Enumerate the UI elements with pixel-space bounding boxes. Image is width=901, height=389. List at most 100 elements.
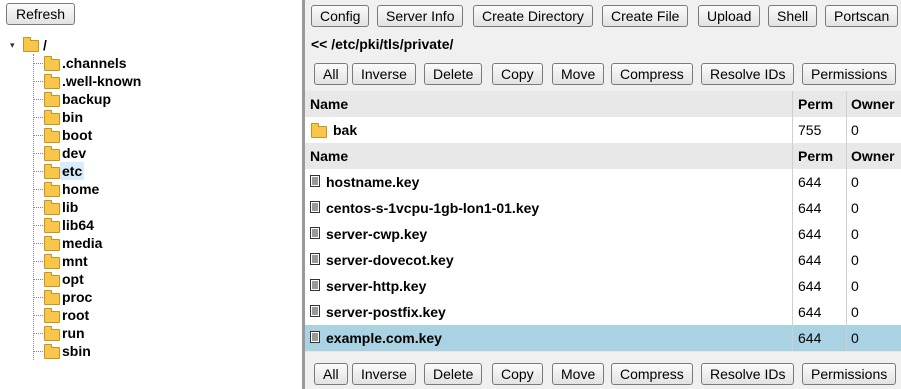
server-info-button[interactable]: Server Info [377, 5, 464, 27]
permissions-button[interactable]: Permissions [802, 63, 897, 85]
folder-icon [44, 290, 60, 305]
file-name[interactable]: hostname.key [326, 169, 419, 195]
copy-button[interactable]: Copy [492, 63, 543, 85]
directory-row[interactable]: bak 755 0 [305, 117, 901, 144]
refresh-button[interactable]: Refresh [6, 3, 76, 25]
resolve-ids-button-bottom[interactable]: Resolve IDs [701, 363, 795, 385]
tree-item-label[interactable]: backup [60, 90, 113, 108]
perm-column-header[interactable]: Perm [792, 143, 847, 169]
move-button[interactable]: Move [552, 63, 605, 85]
tree-guide-line [34, 315, 43, 316]
tree-item-label[interactable]: dev [60, 144, 88, 162]
tree-item-label[interactable]: .channels [60, 54, 129, 72]
file-icon [310, 279, 320, 291]
tree-item-label[interactable]: etc [60, 162, 85, 180]
file-name[interactable]: server-cwp.key [326, 221, 427, 247]
create-file-button[interactable]: Create File [602, 5, 689, 27]
file-icon [310, 175, 320, 187]
folder-icon [44, 236, 60, 251]
folder-icon [44, 308, 60, 323]
file-row[interactable]: server-postfix.key 644 0 [305, 299, 901, 326]
resolve-ids-button[interactable]: Resolve IDs [701, 63, 795, 85]
tree-guide-line [34, 171, 43, 172]
tree-item-label[interactable]: proc [60, 288, 94, 306]
file-icon [310, 201, 320, 213]
tree-item-label[interactable]: .well-known [60, 72, 143, 90]
compress-button[interactable]: Compress [611, 63, 693, 85]
file-row[interactable]: hostname.key 644 0 [305, 169, 901, 196]
file-row[interactable]: server-dovecot.key 644 0 [305, 247, 901, 274]
file-row[interactable]: example.com.key 644 0 [305, 325, 901, 352]
file-list-pane: Config Server Info Create Directory Crea… [305, 0, 901, 389]
portscan-button[interactable]: Portscan [825, 5, 899, 27]
tree-guide-line [34, 243, 43, 244]
owner-column-header[interactable]: Owner [846, 91, 901, 117]
folder-icon [44, 272, 60, 287]
tree-item-label[interactable]: home [60, 180, 101, 198]
tree-item-label[interactable]: run [60, 324, 87, 342]
compress-button-bottom[interactable]: Compress [611, 363, 693, 385]
move-button-bottom[interactable]: Move [552, 363, 605, 385]
inverse-button-bottom[interactable]: Inverse [352, 363, 416, 385]
upload-button[interactable]: Upload [698, 5, 761, 27]
file-name[interactable]: server-http.key [326, 273, 426, 299]
folder-icon [44, 128, 60, 143]
name-column-header[interactable]: Name [310, 91, 790, 117]
file-name[interactable]: server-postfix.key [326, 299, 446, 325]
tree-item-label[interactable]: boot [60, 126, 94, 144]
file-perm: 644 [792, 195, 847, 221]
delete-button[interactable]: Delete [424, 63, 483, 85]
config-button[interactable]: Config [311, 5, 370, 27]
file-perm: 644 [792, 299, 847, 325]
tree-item-label[interactable]: opt [60, 270, 86, 288]
tree-item-label[interactable]: mnt [60, 252, 90, 270]
file-icon [310, 305, 320, 317]
directory-perm: 755 [792, 117, 847, 143]
permissions-button-bottom[interactable]: Permissions [802, 363, 897, 385]
inverse-button[interactable]: Inverse [352, 63, 416, 85]
tree-guide-line [34, 135, 43, 136]
file-owner: 0 [846, 325, 901, 351]
create-directory-button[interactable]: Create Directory [473, 5, 593, 27]
tree-guide-line [34, 351, 43, 352]
tree-guide-line [34, 297, 43, 298]
copy-button-bottom[interactable]: Copy [492, 363, 543, 385]
shell-button[interactable]: Shell [768, 5, 818, 27]
file-icon [310, 227, 320, 239]
file-table-header: Name Perm Owner [305, 143, 901, 170]
select-all-button-bottom[interactable]: All [314, 363, 348, 385]
folder-icon [311, 123, 327, 138]
folder-icon [44, 92, 60, 107]
tree-item-label[interactable]: bin [60, 108, 85, 126]
directory-owner: 0 [846, 117, 901, 143]
folder-icon [44, 74, 60, 89]
file-name[interactable]: centos-s-1vcpu-1gb-lon1-01.key [326, 195, 539, 221]
tree-item-label[interactable]: root [60, 306, 91, 324]
tree-item-label[interactable]: media [60, 234, 104, 252]
tree-item-label[interactable]: sbin [60, 342, 93, 360]
directory-table-header: Name Perm Owner [305, 91, 901, 118]
tree-item-label[interactable]: lib64 [60, 216, 96, 234]
file-row[interactable]: server-http.key 644 0 [305, 273, 901, 300]
file-perm: 644 [792, 247, 847, 273]
owner-column-header[interactable]: Owner [846, 143, 901, 169]
directory-name[interactable]: bak [333, 117, 813, 143]
file-perm: 644 [792, 325, 847, 351]
perm-column-header[interactable]: Perm [792, 91, 847, 117]
name-column-header[interactable]: Name [310, 143, 790, 169]
file-name[interactable]: example.com.key [326, 325, 442, 351]
folder-icon [44, 218, 60, 233]
tree-root-label: / [43, 37, 47, 53]
folder-icon [44, 146, 60, 161]
tree-item-label[interactable]: lib [60, 198, 80, 216]
tree-guide-line [34, 99, 43, 100]
select-all-button[interactable]: All [314, 63, 348, 85]
folder-icon [44, 164, 60, 179]
expand-arrow-icon[interactable]: ▾ [10, 40, 15, 51]
file-row[interactable]: server-cwp.key 644 0 [305, 221, 901, 248]
file-row[interactable]: centos-s-1vcpu-1gb-lon1-01.key 644 0 [305, 195, 901, 222]
folder-icon [44, 182, 60, 197]
delete-button-bottom[interactable]: Delete [424, 363, 483, 385]
file-name[interactable]: server-dovecot.key [326, 247, 454, 273]
current-path[interactable]: << /etc/pki/tls/private/ [311, 36, 453, 52]
